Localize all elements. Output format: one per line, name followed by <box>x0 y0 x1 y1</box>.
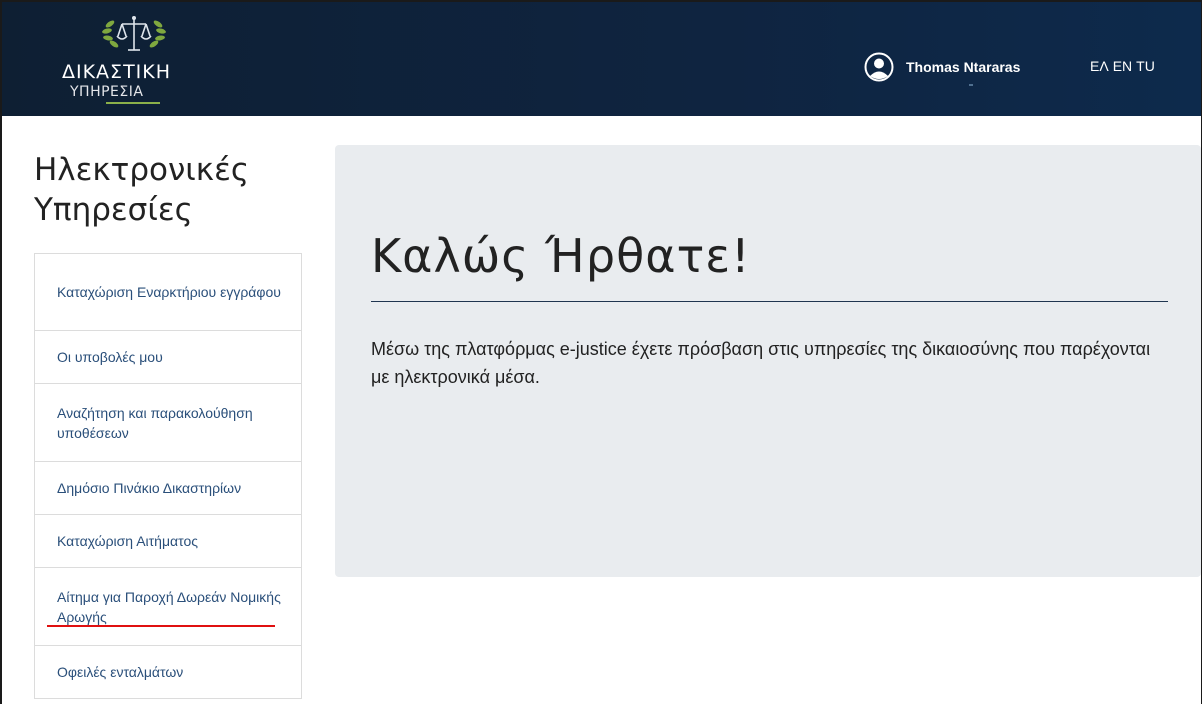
highlight-underline <box>47 625 275 627</box>
services-menu: Καταχώριση Εναρκτήριου εγγράφου Οι υποβο… <box>34 253 302 699</box>
welcome-panel: Καλώς Ήρθατε! Μέσω της πλατφόρμας e-just… <box>335 145 1201 577</box>
logo-text-line1: ΔΙΚΑΣΤΙΚΗ <box>62 61 172 83</box>
menu-item-label: Αίτημα για Παροχή Δωρεάν Νομικής Αρωγής <box>57 588 281 625</box>
scales-of-justice-icon <box>102 16 166 51</box>
menu-item-label: Αναζήτηση και παρακολούθηση υποθέσεων <box>57 404 253 441</box>
welcome-divider <box>371 301 1168 302</box>
menu-item-free-legal-aid[interactable]: Αίτημα για Παροχή Δωρεάν Νομικής Αρωγής <box>34 568 302 646</box>
sidebar-title: Ηλεκτρονικές Υπηρεσίες <box>34 152 250 228</box>
menu-item-public-court-docket[interactable]: Δημόσιο Πινάκιο Δικαστηρίων <box>34 462 302 515</box>
language-switcher: ΕΛ EN TU <box>1090 58 1155 74</box>
menu-item-label: Δημόσιο Πινάκιο Δικαστηρίων <box>57 480 242 496</box>
menu-item-case-search[interactable]: Αναζήτηση και παρακολούθηση υποθέσεων <box>34 384 302 462</box>
user-name: Thomas Ntararas <box>906 59 1021 75</box>
logo-text-line2: ΥΠΗΡΕΣΙΑ <box>70 84 144 100</box>
top-header: ΔΙΚΑΣΤΙΚΗ ΥΠΗΡΕΣΙΑ Thomas Ntararas ΕΛ EN… <box>2 2 1201 116</box>
site-logo[interactable]: ΔΙΚΑΣΤΙΚΗ ΥΠΗΡΕΣΙΑ <box>54 14 214 106</box>
user-circle-icon <box>864 52 894 82</box>
language-tu[interactable]: TU <box>1136 58 1155 74</box>
user-menu-indicator <box>969 84 973 86</box>
menu-item-label: Οι υποβολές μου <box>57 349 163 365</box>
welcome-heading: Καλώς Ήρθατε! <box>371 229 751 283</box>
menu-item-initiating-document[interactable]: Καταχώριση Εναρκτήριου εγγράφου <box>34 253 302 331</box>
logo-accent-line <box>106 102 160 104</box>
welcome-intro-text: Μέσω της πλατφόρμας e-justice έχετε πρόσ… <box>371 339 1151 387</box>
menu-item-label: Καταχώριση Εναρκτήριου εγγράφου <box>57 284 281 300</box>
user-menu[interactable]: Thomas Ntararas <box>864 52 1020 82</box>
menu-item-label: Καταχώριση Αιτήματος <box>57 533 198 549</box>
menu-item-label: Οφειλές ενταλμάτων <box>57 664 184 680</box>
menu-item-request-submission[interactable]: Καταχώριση Αιτήματος <box>34 515 302 568</box>
menu-item-warrant-debts[interactable]: Οφειλές ενταλμάτων <box>34 646 302 699</box>
language-el[interactable]: ΕΛ <box>1090 58 1109 74</box>
menu-item-my-submissions[interactable]: Οι υποβολές μου <box>34 331 302 384</box>
browser-frame: ΔΙΚΑΣΤΙΚΗ ΥΠΗΡΕΣΙΑ Thomas Ntararas ΕΛ EN… <box>0 0 1202 704</box>
language-en[interactable]: EN <box>1113 58 1132 74</box>
